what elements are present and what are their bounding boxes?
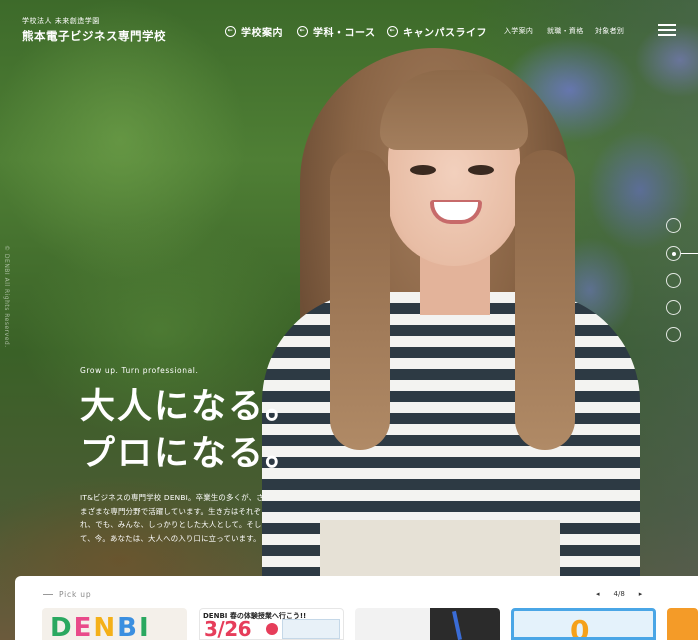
logo-subtitle: 学校法人 未来創造学園 bbox=[22, 17, 100, 25]
pickup-panel: Pick up ◂ 4/8 ▸ DENBI DENBI 春の体験授業へ行こう!!… bbox=[15, 576, 698, 640]
nav-career[interactable]: 就職・資格 bbox=[547, 26, 584, 36]
pickup-card[interactable] bbox=[667, 608, 698, 640]
pickup-pager: ◂ 4/8 ▸ bbox=[596, 590, 642, 598]
card-logo-text: DENBI bbox=[50, 613, 151, 640]
hero-catch-line-1: 大人になる。 bbox=[80, 387, 303, 427]
slider-dot[interactable] bbox=[666, 273, 681, 288]
pickup-card[interactable]: DENBI 春の体験授業へ行こう!! 3/26 bbox=[199, 608, 344, 640]
nav-admission[interactable]: 入学案内 bbox=[504, 26, 533, 36]
prev-arrow-icon[interactable]: ◂ bbox=[596, 590, 600, 598]
copyright-vertical: © DENBI All Rights Reserved. bbox=[3, 245, 10, 348]
hero-catch-line-2: プロになる。 bbox=[80, 434, 303, 474]
slider-dot-active[interactable] bbox=[666, 246, 681, 261]
next-arrow-icon[interactable]: ▸ bbox=[639, 590, 643, 598]
card-date: 3/26 bbox=[204, 617, 252, 640]
site-header: 学校法人 未来創造学園 熊本電子ビジネス専門学校 ← 学校案内 ← 学科・コース… bbox=[0, 0, 698, 60]
slider-dot[interactable] bbox=[666, 327, 681, 342]
slider-dot[interactable] bbox=[666, 300, 681, 315]
nav-campus-life[interactable]: ← キャンパスライフ bbox=[387, 23, 487, 39]
site-logo[interactable]: 熊本電子ビジネス専門学校 bbox=[22, 28, 166, 44]
arrow-circle-icon: ← bbox=[225, 25, 236, 37]
nav-school-info[interactable]: ← 学校案内 bbox=[225, 23, 283, 39]
hamburger-icon[interactable] bbox=[658, 24, 676, 36]
pickup-card[interactable]: DENBI bbox=[42, 608, 187, 640]
hero-description: IT&ビジネスの専門学校 DENBI。卒業生の多くが、さまざまな専門分野で活躍し… bbox=[80, 493, 264, 543]
nav-target[interactable]: 対象者別 bbox=[595, 26, 624, 36]
pickup-page-count: 4/8 bbox=[613, 590, 625, 598]
arrow-circle-icon: ← bbox=[297, 25, 308, 37]
arrow-circle-icon: ← bbox=[387, 25, 398, 37]
hero-tagline: Grow up. Turn professional. bbox=[80, 366, 199, 375]
slider-dot[interactable] bbox=[666, 218, 681, 233]
nav-courses[interactable]: ← 学科・コース bbox=[297, 23, 376, 39]
card-big-number: 0 bbox=[570, 614, 590, 640]
pickup-card[interactable] bbox=[355, 608, 500, 640]
pickup-card-selected[interactable]: 0 bbox=[511, 608, 656, 640]
pickup-heading: Pick up bbox=[43, 590, 91, 599]
